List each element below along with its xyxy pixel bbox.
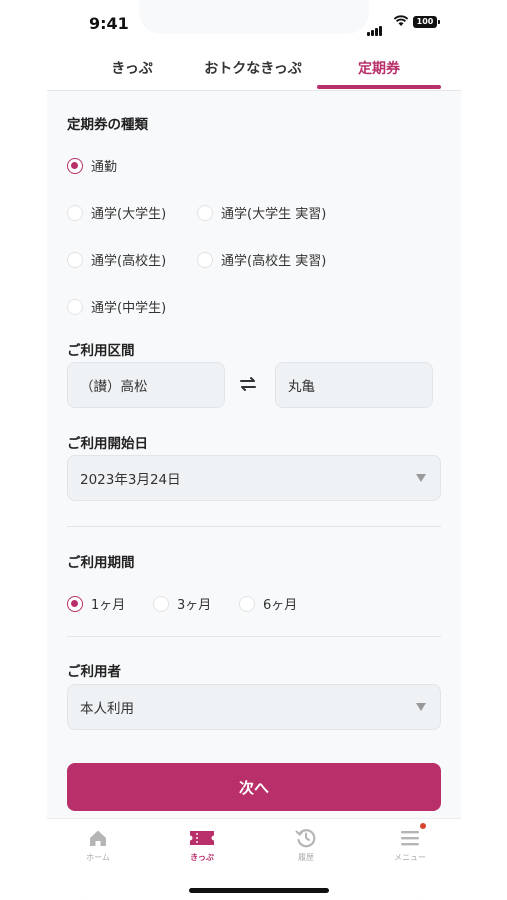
status-bar: 9:41 100 <box>47 0 461 46</box>
radio-label: 1ヶ月 <box>91 598 126 613</box>
start-date-select[interactable]: 2023年3月24日 <box>67 455 441 501</box>
nav-menu[interactable]: メニュー <box>370 827 450 863</box>
home-icon <box>90 830 106 846</box>
from-station-field[interactable]: （讃）高松 <box>67 362 225 408</box>
status-time: 9:41 <box>89 14 129 33</box>
nav-history[interactable]: 履歴 <box>266 827 346 863</box>
period-title: ご利用期間 <box>67 555 135 571</box>
radio-1-month[interactable]: 1ヶ月 <box>67 594 125 613</box>
radio-label: 通学(中学生) <box>91 301 167 316</box>
radio-button-icon <box>67 251 83 268</box>
chevron-down-icon <box>416 474 426 482</box>
tab-commuter-pass[interactable]: 定期券 <box>339 58 419 78</box>
chevron-down-icon <box>416 703 426 711</box>
nav-tickets[interactable]: きっぷ <box>162 827 242 863</box>
to-station-field[interactable]: 丸亀 <box>275 362 433 408</box>
radio-university[interactable]: 通学(大学生) <box>67 203 166 222</box>
home-indicator <box>189 888 329 893</box>
radio-button-icon <box>67 157 83 174</box>
divider <box>67 526 441 527</box>
nav-label: ホーム <box>86 853 110 862</box>
radio-high-school-practicum[interactable]: 通学(高校生 実習) <box>197 250 326 269</box>
start-date-title: ご利用開始日 <box>67 436 148 452</box>
nav-label: 履歴 <box>298 853 314 862</box>
radio-button-icon <box>197 251 213 268</box>
user-value: 本人利用 <box>80 701 134 717</box>
to-station-value: 丸亀 <box>288 379 315 395</box>
radio-high-school[interactable]: 通学(高校生) <box>67 250 166 269</box>
radio-button-icon <box>239 595 255 612</box>
menu-icon <box>401 831 419 846</box>
radio-button-icon <box>153 595 169 612</box>
active-tab-indicator <box>317 85 441 89</box>
radio-label: 通学(大学生) <box>91 207 167 222</box>
divider <box>67 636 441 637</box>
signal-icon <box>367 17 383 36</box>
ticket-icon <box>190 831 214 845</box>
route-title: ご利用区間 <box>67 343 135 359</box>
radio-label: 通学(高校生) <box>91 254 167 269</box>
radio-junior-high[interactable]: 通学(中学生) <box>67 297 166 316</box>
user-title: ご利用者 <box>67 664 121 680</box>
radio-button-icon <box>67 298 83 315</box>
tab-discount-tickets[interactable]: おトクなきっぷ <box>193 58 313 78</box>
tab-kippu[interactable]: きっぷ <box>92 58 172 78</box>
pass-type-title: 定期券の種類 <box>67 117 148 133</box>
radio-label: 通勤 <box>91 160 118 175</box>
notification-badge <box>420 823 426 829</box>
nav-home[interactable]: ホーム <box>58 827 138 863</box>
radio-commute[interactable]: 通勤 <box>67 156 117 175</box>
ticket-tabs: きっぷ おトクなきっぷ 定期券 <box>47 46 461 91</box>
wifi-icon <box>393 15 409 26</box>
swap-icon[interactable] <box>238 376 258 392</box>
radio-button-icon <box>67 204 83 221</box>
from-station-value: （讃）高松 <box>80 379 148 395</box>
radio-button-icon <box>197 204 213 221</box>
start-date-value: 2023年3月24日 <box>80 472 181 488</box>
nav-label: メニュー <box>394 853 426 862</box>
radio-3-months[interactable]: 3ヶ月 <box>153 594 211 613</box>
radio-button-icon <box>67 595 83 612</box>
radio-university-practicum[interactable]: 通学(大学生 実習) <box>197 203 326 222</box>
radio-label: 通学(高校生 実習) <box>221 254 327 269</box>
nav-label: きっぷ <box>190 853 214 862</box>
app-screen: 9:41 100 きっぷ おトクなきっぷ 定期券 定期券の種類 通勤 通学(大学… <box>47 0 461 900</box>
next-button[interactable]: 次へ <box>67 763 441 811</box>
radio-label: 通学(大学生 実習) <box>221 207 327 222</box>
radio-label: 6ヶ月 <box>263 598 298 613</box>
history-icon <box>295 829 316 848</box>
notch <box>139 0 369 34</box>
user-select[interactable]: 本人利用 <box>67 684 441 730</box>
radio-label: 3ヶ月 <box>177 598 212 613</box>
battery-icon: 100 <box>413 16 440 28</box>
radio-6-months[interactable]: 6ヶ月 <box>239 594 297 613</box>
